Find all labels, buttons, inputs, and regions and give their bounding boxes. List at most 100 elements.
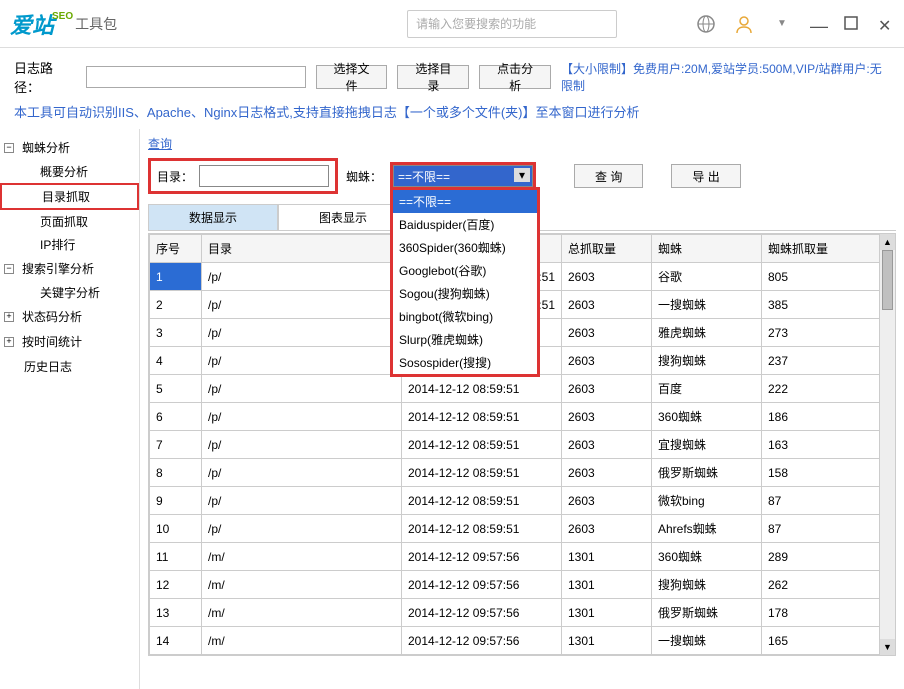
spider-select[interactable]: ==不限== [393,165,533,187]
dd-option[interactable]: Baiduspider(百度) [393,213,537,236]
table-cell: Ahrefs蜘蛛 [652,515,762,543]
tree-keyword[interactable]: 关键字分析 [0,281,139,304]
choose-dir-button[interactable]: 选择目录 [397,65,469,89]
tab-chart[interactable]: 图表显示 [278,204,408,230]
table-cell: 2603 [562,403,652,431]
table-cell: 1301 [562,571,652,599]
table-row[interactable]: 11/m/2014-12-12 09:57:561301360蜘蛛289 [150,543,895,571]
table-cell: 宜搜蜘蛛 [652,431,762,459]
dropdown-icon[interactable]: ▼ [772,14,792,34]
table-cell: 搜狗蜘蛛 [652,347,762,375]
table-cell: 273 [762,319,895,347]
th-count[interactable]: 蜘蛛抓取量 [762,235,895,263]
th-dir[interactable]: 目录 [202,235,402,263]
choose-file-button[interactable]: 选择文件 [316,65,388,89]
table-cell: 2603 [562,291,652,319]
table-cell: 2603 [562,431,652,459]
table-row[interactable]: 13/m/2014-12-12 09:57:561301俄罗斯蜘蛛178 [150,599,895,627]
table-cell: 2014-12-12 08:59:51 [402,515,562,543]
table-cell: /m/ [202,627,402,655]
table-row[interactable]: 9/p/2014-12-12 08:59:512603微软bing87 [150,487,895,515]
path-label: 日志路径： [14,58,76,96]
table-cell: 1301 [562,627,652,655]
table-cell: 163 [762,431,895,459]
minimize-button[interactable]: — [810,16,826,32]
scroll-thumb[interactable] [882,250,893,310]
titlebar: 爱站 SEO 工具包 请输入您要搜索的功能 ▼ — ✕ [0,0,904,48]
tree-page-crawl[interactable]: 页面抓取 [0,210,139,233]
table-row[interactable]: 14/m/2014-12-12 09:57:561301一搜蜘蛛165 [150,627,895,655]
table-cell: 谷歌 [652,263,762,291]
table-cell: 9 [150,487,202,515]
table-row[interactable]: 5/p/2014-12-12 08:59:512603百度222 [150,375,895,403]
tree-by-time[interactable]: +按时间统计 [0,329,139,354]
dd-option[interactable]: Sogou(搜狗蜘蛛) [393,282,537,305]
table-cell: 2014-12-12 09:57:56 [402,543,562,571]
collapse-icon[interactable]: − [4,143,14,153]
scroll-down-icon[interactable]: ▼ [880,639,895,655]
tree-ip-rank[interactable]: IP排行 [0,233,139,256]
tree-status-code[interactable]: +状态码分析 [0,304,139,329]
table-cell: 一搜蜘蛛 [652,627,762,655]
expand-icon[interactable]: + [4,312,14,322]
table-row[interactable]: 12/m/2014-12-12 09:57:561301搜狗蜘蛛262 [150,571,895,599]
dd-option[interactable]: bingbot(微软bing) [393,305,537,328]
table-cell: /p/ [202,487,402,515]
tree-se-analysis[interactable]: −搜索引擎分析 [0,256,139,281]
analyze-button[interactable]: 点击分析 [479,65,551,89]
dir-input[interactable] [199,165,329,187]
table-cell: 俄罗斯蜘蛛 [652,599,762,627]
dd-option[interactable]: Slurp(雅虎蜘蛛) [393,328,537,351]
table-cell: /p/ [202,515,402,543]
scroll-up-icon[interactable]: ▲ [880,234,895,250]
dd-option[interactable]: 360Spider(360蜘蛛) [393,236,537,259]
table-cell: 186 [762,403,895,431]
table-cell: 7 [150,431,202,459]
globe-icon[interactable] [696,14,716,34]
tree-summary[interactable]: 概要分析 [0,160,139,183]
table-row[interactable]: 7/p/2014-12-12 08:59:512603宜搜蜘蛛163 [150,431,895,459]
table-cell: /p/ [202,375,402,403]
table-cell: 2014-12-12 08:59:51 [402,431,562,459]
dd-option[interactable]: Sosospider(搜搜) [393,351,537,374]
table-cell: 6 [150,403,202,431]
table-row[interactable]: 10/p/2014-12-12 08:59:512603Ahrefs蜘蛛87 [150,515,895,543]
table-cell: 289 [762,543,895,571]
table-cell: 2603 [562,375,652,403]
table-cell: /m/ [202,571,402,599]
tree-spider-analysis[interactable]: −蜘蛛分析 [0,135,139,160]
maximize-button[interactable] [844,16,860,32]
query-link[interactable]: 查询 [148,137,172,151]
collapse-icon[interactable]: − [4,264,14,274]
th-total[interactable]: 总抓取量 [562,235,652,263]
dd-option[interactable]: ==不限== [393,190,537,213]
logo-sub: 工具包 [75,14,117,34]
table-cell: 14 [150,627,202,655]
query-button[interactable]: 查 询 [574,164,643,188]
table-cell: 微软bing [652,487,762,515]
tab-data[interactable]: 数据显示 [148,204,278,230]
log-path-input[interactable] [86,66,306,88]
th-index[interactable]: 序号 [150,235,202,263]
table-cell: 360蜘蛛 [652,543,762,571]
table-cell: /p/ [202,459,402,487]
table-cell: /p/ [202,291,402,319]
table-cell: 一搜蜘蛛 [652,291,762,319]
dir-label: 目录： [157,168,193,185]
tree-dir-crawl[interactable]: 目录抓取 [0,183,139,210]
th-spider[interactable]: 蜘蛛 [652,235,762,263]
table-row[interactable]: 8/p/2014-12-12 08:59:512603俄罗斯蜘蛛158 [150,459,895,487]
export-button[interactable]: 导 出 [671,164,740,188]
table-cell: 2603 [562,263,652,291]
table-cell: 2014-12-12 08:59:51 [402,403,562,431]
vertical-scrollbar[interactable]: ▲ ▼ [879,234,895,655]
tree-history[interactable]: 历史日志 [0,354,139,379]
expand-icon[interactable]: + [4,337,14,347]
user-icon[interactable] [734,14,754,34]
close-button[interactable]: ✕ [878,16,894,32]
table-cell: 385 [762,291,895,319]
dd-option[interactable]: Googlebot(谷歌) [393,259,537,282]
global-search-input[interactable]: 请输入您要搜索的功能 [407,10,617,38]
table-row[interactable]: 6/p/2014-12-12 08:59:512603360蜘蛛186 [150,403,895,431]
table-cell: 2603 [562,347,652,375]
